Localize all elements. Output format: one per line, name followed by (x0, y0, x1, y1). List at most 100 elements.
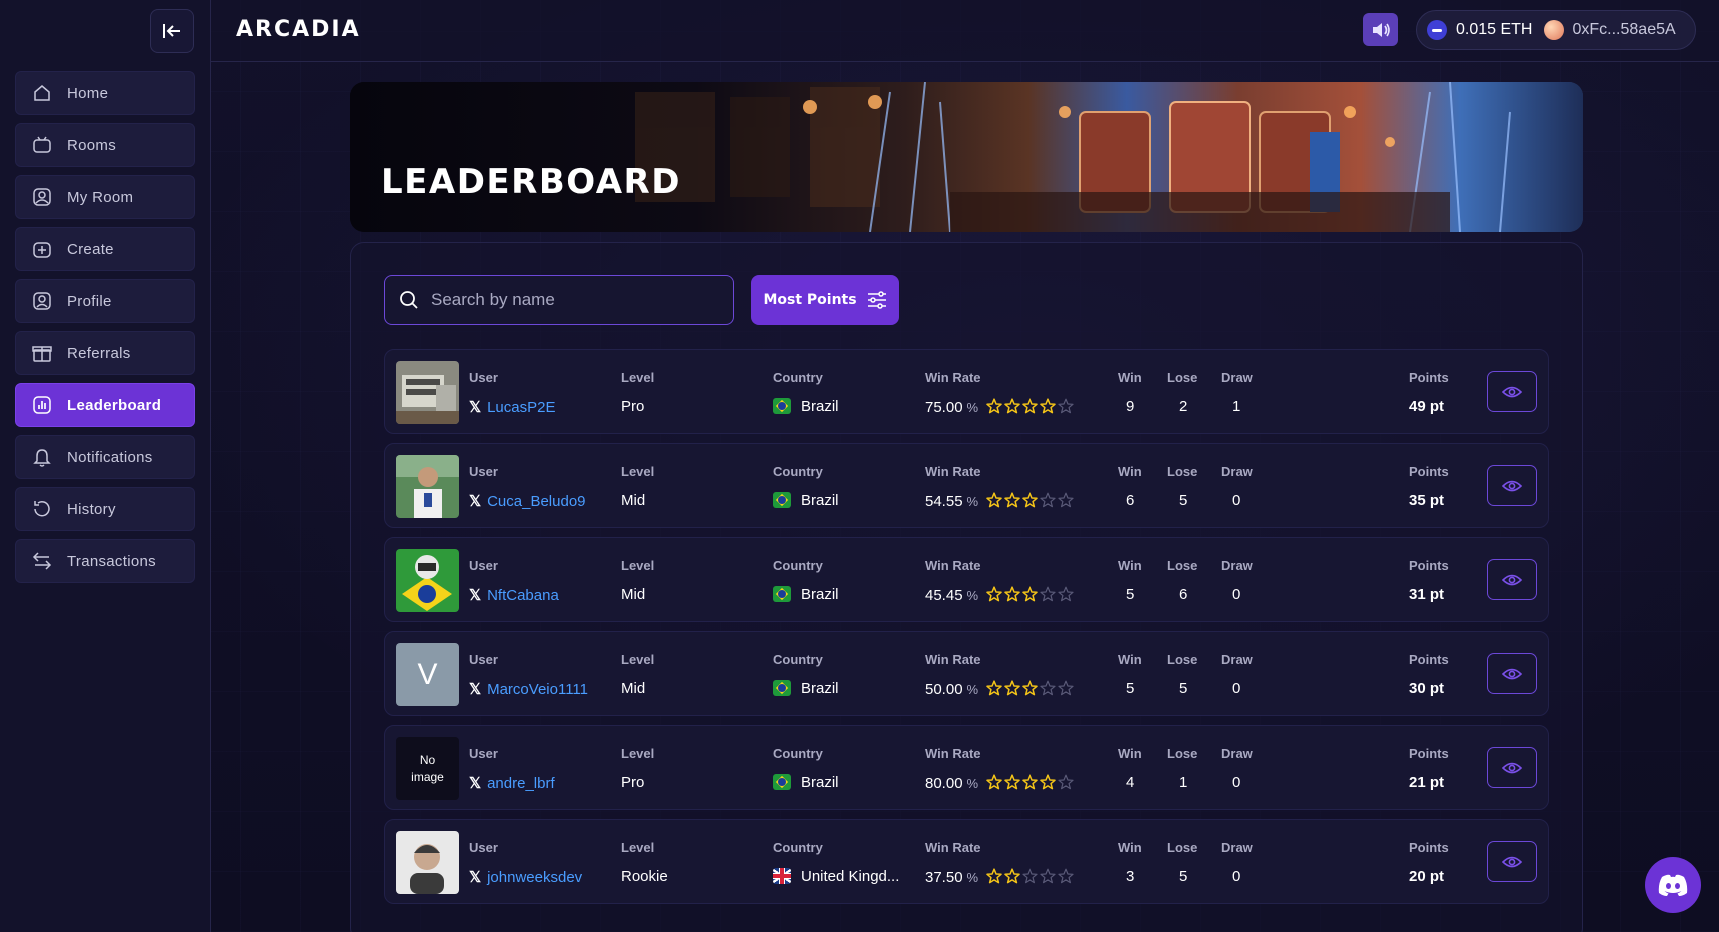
percent-sign: % (966, 870, 979, 885)
flag-icon (773, 586, 791, 602)
win-label: Win (1118, 746, 1142, 761)
search-box[interactable] (384, 275, 734, 325)
win-label: Win (1118, 464, 1142, 479)
sort-most-points-button[interactable]: Most Points (751, 275, 899, 325)
x-logo-icon: 𝕏 (469, 681, 482, 698)
percent-sign: % (966, 400, 979, 415)
leaderboard-banner: LEADERBOARD (350, 82, 1583, 232)
discord-button[interactable] (1645, 857, 1701, 913)
sidebar-item-leaderboard[interactable]: Leaderboard (15, 383, 195, 427)
country-name: United Kingd... (801, 868, 900, 885)
points-label: Points (1409, 558, 1449, 573)
sound-toggle-button[interactable] (1363, 13, 1398, 46)
star-rating (986, 868, 1074, 884)
wallet-address: 0xFc...58ae5A (1572, 21, 1676, 38)
sidebar-item-home[interactable]: Home (15, 71, 195, 115)
draw-label: Draw (1221, 746, 1253, 761)
sidebar-item-rooms[interactable]: Rooms (15, 123, 195, 167)
app-logo[interactable]: ARCADIA (236, 17, 361, 42)
my-room-icon (31, 186, 53, 208)
sidebar-item-my-room[interactable]: My Room (15, 175, 195, 219)
draw-value: 0 (1232, 868, 1241, 885)
view-profile-button[interactable] (1487, 653, 1537, 694)
star-empty-icon (1040, 868, 1056, 884)
user-link[interactable]: 𝕏johnweeksdev (469, 868, 582, 887)
view-profile-button[interactable] (1487, 747, 1537, 788)
sidebar-item-label: Rooms (67, 136, 117, 154)
win-rate-label: Win Rate (925, 464, 981, 479)
win-label: Win (1118, 840, 1142, 855)
lose-label: Lose (1167, 370, 1198, 385)
search-input[interactable] (431, 290, 721, 310)
draw-value: 0 (1232, 680, 1241, 697)
sidebar-nav: Home Rooms My Room Create Profile Referrals Le… (15, 71, 195, 591)
transfer-icon (31, 550, 53, 572)
country-value: United Kingd... (773, 868, 899, 885)
leaderboard-row: User 𝕏johnweeksdev Level Rookie Country … (384, 819, 1549, 904)
points-value: 30 pt (1409, 680, 1445, 697)
win-value: 9 (1126, 398, 1135, 415)
sidebar-item-profile[interactable]: Profile (15, 279, 195, 323)
sidebar-item-history[interactable]: History (15, 487, 195, 531)
leaderboard-row: V User 𝕏 MarcoVeio1111 Level Mid Country … (384, 631, 1549, 716)
user-link[interactable]: 𝕏 MarcoVeio1111 (469, 680, 588, 699)
profile-icon (31, 290, 53, 312)
user-label: User (469, 370, 498, 385)
sidebar-item-transactions[interactable]: Transactions (15, 539, 195, 583)
sidebar-item-referrals[interactable]: Referrals (15, 331, 195, 375)
no-image-label: No image (411, 752, 444, 784)
star-filled-icon (1004, 586, 1020, 602)
user-link[interactable]: 𝕏andre_lbrf (469, 774, 555, 793)
points-label: Points (1409, 464, 1449, 479)
view-profile-button[interactable] (1487, 371, 1537, 412)
wallet-button[interactable]: 0.015 ETH 0xFc...58ae5A (1416, 10, 1696, 50)
sidebar-item-notifications[interactable]: Notifications (15, 435, 195, 479)
flag-icon (773, 868, 791, 884)
x-logo-icon: 𝕏 (469, 775, 482, 792)
level-label: Level (621, 558, 655, 573)
win-label: Win (1118, 652, 1142, 667)
eye-icon (1502, 856, 1522, 867)
country-value: Brazil (773, 398, 839, 415)
view-profile-button[interactable] (1487, 559, 1537, 600)
discord-icon (1658, 874, 1688, 896)
country-name: Brazil (801, 492, 839, 509)
username: NftCabana (487, 586, 559, 604)
sidebar-item-create[interactable]: Create (15, 227, 195, 271)
view-profile-button[interactable] (1487, 465, 1537, 506)
rooms-icon (31, 134, 53, 156)
star-filled-icon (986, 868, 1002, 884)
banner-illustration (350, 82, 1583, 232)
win-rate-value: 54.55% (925, 492, 1074, 510)
user-link[interactable]: 𝕏 Cuca_Beludo9 (469, 492, 586, 511)
leaderboard-row: User 𝕏 LucasP2E Level Pro Country Brazil … (384, 349, 1549, 434)
leaderboard-row: User 𝕏 NftCabana Level Mid Country Brazil… (384, 537, 1549, 622)
points-label: Points (1409, 746, 1449, 761)
country-name: Brazil (801, 774, 839, 791)
level-value: Pro (621, 398, 645, 415)
username: andre_lbrf (487, 774, 555, 792)
eye-icon (1502, 480, 1522, 491)
lose-value: 6 (1179, 586, 1188, 603)
star-empty-icon (1040, 680, 1056, 696)
search-icon (400, 291, 418, 309)
country-label: Country (773, 370, 823, 385)
eye-icon (1502, 668, 1522, 679)
star-filled-icon (1040, 398, 1056, 414)
win-rate-label: Win Rate (925, 370, 981, 385)
user-link[interactable]: 𝕏 NftCabana (469, 586, 559, 605)
star-filled-icon (1004, 774, 1020, 790)
star-empty-icon (1058, 868, 1074, 884)
user-label: User (469, 558, 498, 573)
sidebar-item-label: Transactions (67, 552, 156, 570)
view-profile-button[interactable] (1487, 841, 1537, 882)
win-rate-value: 80.00% (925, 774, 1074, 792)
user-avatar (396, 455, 459, 518)
win-label: Win (1118, 370, 1142, 385)
gift-icon (31, 342, 53, 364)
sort-label: Most Points (763, 292, 857, 308)
collapse-sidebar-button[interactable] (150, 9, 194, 53)
user-link[interactable]: 𝕏 LucasP2E (469, 398, 555, 417)
lose-label: Lose (1167, 840, 1198, 855)
wallet-avatar (1544, 20, 1565, 40)
